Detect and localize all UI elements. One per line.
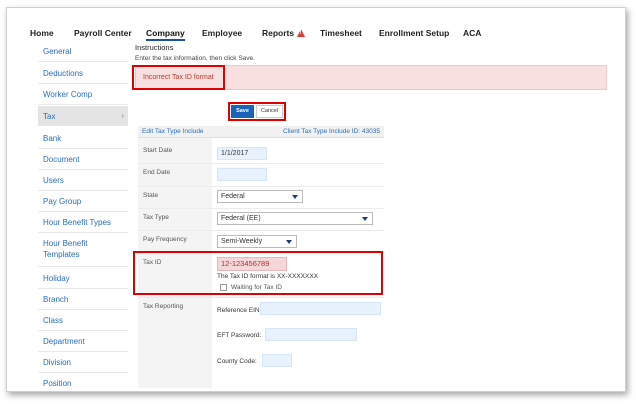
tax-type-select[interactable]: Federal (EE) [217, 212, 373, 225]
state-value: Federal [221, 193, 245, 200]
sidebar-divider [38, 266, 128, 267]
eft-password-input[interactable] [265, 328, 357, 341]
row-divider [138, 230, 384, 231]
sidebar-divider [38, 104, 128, 105]
end-date-input[interactable] [217, 168, 267, 181]
top-nav: Home Payroll Center Company Employee Rep… [7, 8, 625, 41]
sidebar-divider [38, 351, 128, 352]
app-window: Home Payroll Center Company Employee Rep… [6, 7, 626, 392]
tax-reporting-label: Tax Reporting [143, 303, 184, 310]
sidebar-item-holiday[interactable]: Holiday [38, 273, 128, 284]
error-message: Incorrect Tax ID format [143, 74, 214, 81]
sidebar-item-department[interactable]: Department [38, 336, 128, 347]
tax-type-value: Federal (EE) [221, 215, 261, 222]
chevron-down-icon [292, 195, 298, 199]
chevron-right-icon: › [121, 111, 124, 120]
sidebar-item-deductions[interactable]: Deductions [38, 68, 128, 79]
sidebar-item-users[interactable]: Users [38, 175, 128, 186]
sidebar-divider [38, 83, 128, 84]
sidebar-item-tax[interactable]: Tax › [38, 106, 128, 126]
sidebar-item-worker-comp[interactable]: Worker Comp [38, 89, 128, 100]
error-banner: Incorrect Tax ID format [132, 65, 607, 90]
sidebar-divider [38, 232, 128, 233]
tax-type-label: Tax Type [143, 214, 169, 221]
row-divider [138, 208, 384, 209]
start-date-label: Start Date [143, 147, 173, 154]
save-button[interactable]: Save [231, 105, 254, 118]
sidebar-item-hour-benefit-templates[interactable]: Hour Benefit Templates [38, 238, 118, 260]
sidebar-divider [38, 211, 128, 212]
eft-password-label: EFT Password: [217, 332, 262, 339]
county-code-label: County Code: [217, 358, 257, 365]
sidebar-divider [38, 372, 128, 373]
nav-aca[interactable]: ACA [463, 28, 481, 38]
row-divider [138, 297, 384, 298]
end-date-label: End Date [143, 169, 171, 176]
nav-reports-label: Reports [262, 28, 295, 38]
row-divider [138, 163, 384, 164]
sidebar-item-hour-benefit-types[interactable]: Hour Benefit Types [38, 217, 128, 228]
chevron-down-icon [286, 240, 292, 244]
sidebar-divider [38, 148, 128, 149]
nav-reports[interactable]: Reports [262, 28, 306, 38]
chevron-down-icon [362, 217, 368, 221]
nav-home[interactable]: Home [30, 28, 54, 38]
sidebar-divider [38, 190, 128, 191]
instructions-text: Enter the tax information, then click Sa… [135, 55, 255, 62]
sidebar-item-bank[interactable]: Bank [38, 133, 128, 144]
row-divider [138, 186, 384, 187]
sidebar-item-general[interactable]: General [38, 46, 128, 57]
form-title: Edit Tax Type Include [142, 128, 204, 135]
nav-company[interactable]: Company [146, 28, 185, 41]
sidebar-item-document[interactable]: Document [38, 154, 128, 165]
nav-employee[interactable]: Employee [202, 28, 242, 38]
instructions-title: Instructions [135, 43, 174, 52]
client-tax-id: Client Tax Type Include ID: 43035 [283, 128, 380, 135]
reference-ein-input[interactable] [260, 302, 381, 315]
warning-icon [297, 29, 306, 37]
sidebar-divider [38, 309, 128, 310]
sidebar-item-pay-group[interactable]: Pay Group [38, 196, 128, 207]
reference-ein-label: Reference EIN: [217, 307, 262, 314]
pay-frequency-select[interactable]: Semi-Weekly [217, 235, 297, 248]
pay-frequency-value: Semi-Weekly [221, 238, 263, 245]
tax-id-label: Tax ID [143, 259, 162, 266]
sidebar-divider [38, 61, 128, 62]
sidebar-item-branch[interactable]: Branch [38, 294, 128, 305]
county-code-input[interactable] [262, 354, 292, 367]
sidebar-item-division[interactable]: Division [38, 357, 128, 368]
waiting-for-tax-id-checkbox[interactable] [220, 284, 227, 291]
sidebar-divider [38, 330, 128, 331]
form-header: Edit Tax Type Include Client Tax Type In… [138, 126, 384, 138]
nav-enrollment-setup[interactable]: Enrollment Setup [379, 28, 449, 38]
sidebar-divider [38, 288, 128, 289]
sidebar-item-class[interactable]: Class [38, 315, 128, 326]
cancel-button[interactable]: Cancel [256, 105, 283, 118]
sidebar-divider [38, 169, 128, 170]
sidebar-item-position[interactable]: Position [38, 378, 128, 389]
tax-id-hint: The Tax ID format is XX-XXXXXXX [217, 273, 319, 280]
pay-frequency-label: Pay Frequency [143, 236, 187, 243]
sidebar-item-label: Tax [43, 112, 56, 121]
start-date-input[interactable]: 1/1/2017 [217, 147, 267, 160]
state-select[interactable]: Federal [217, 190, 303, 203]
nav-timesheet[interactable]: Timesheet [320, 28, 362, 38]
tax-id-input[interactable]: 12-123456789 [217, 257, 287, 271]
nav-payroll-center[interactable]: Payroll Center [74, 28, 132, 38]
state-label: State [143, 192, 159, 199]
waiting-for-tax-id-label: Waiting for Tax ID [231, 284, 282, 291]
